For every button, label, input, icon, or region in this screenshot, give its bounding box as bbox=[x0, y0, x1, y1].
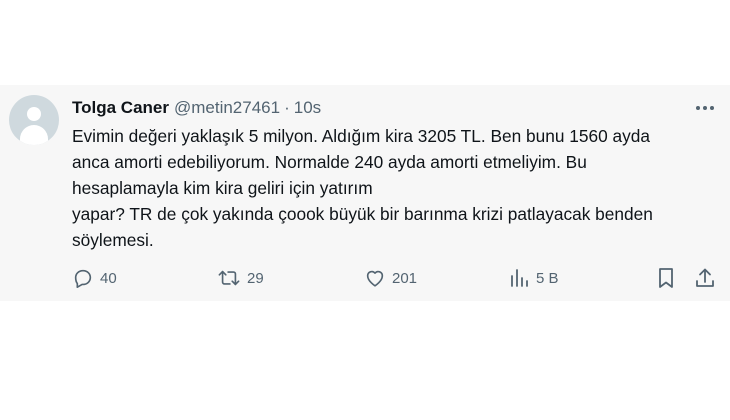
user-handle[interactable]: @metin27461 bbox=[174, 98, 280, 118]
tweet-card[interactable]: Tolga Caner @metin27461 · 10s Evimin değ… bbox=[0, 85, 730, 301]
more-options-button[interactable] bbox=[694, 99, 716, 117]
page: Tolga Caner @metin27461 · 10s Evimin değ… bbox=[0, 0, 730, 420]
bookmark-button[interactable] bbox=[656, 266, 676, 290]
display-name[interactable]: Tolga Caner bbox=[72, 98, 169, 118]
like-count: 201 bbox=[392, 269, 418, 287]
retweet-count: 29 bbox=[247, 269, 264, 287]
views-count: 5 B bbox=[536, 269, 559, 287]
tweet-text-line: Evimin değeri yaklaşık 5 milyon. Aldığım… bbox=[72, 126, 650, 146]
reply-count: 40 bbox=[100, 269, 117, 287]
heart-icon bbox=[366, 270, 384, 287]
views-icon bbox=[511, 269, 528, 287]
views-button[interactable]: 5 B bbox=[510, 266, 559, 290]
tweet-text-line: söylemesi. bbox=[72, 230, 154, 250]
tweet-text-line: anca amorti edebiliyorum. Normalde 240 a… bbox=[72, 152, 587, 172]
tweet-text-line: yapar? TR de çok yakında çoook büyük bir… bbox=[72, 204, 653, 224]
share-icon bbox=[696, 268, 714, 287]
more-icon bbox=[696, 106, 714, 110]
reply-icon bbox=[74, 269, 92, 288]
bookmark-icon bbox=[659, 268, 673, 288]
retweet-button[interactable]: 29 bbox=[217, 266, 264, 290]
tweet-text-line: hesaplamayla kim kira geliri için yatırı… bbox=[72, 178, 373, 198]
separator-dot: · bbox=[284, 98, 290, 117]
avatar-head-shape bbox=[27, 107, 41, 121]
timestamp[interactable]: 10s bbox=[294, 98, 321, 118]
retweet-icon bbox=[218, 270, 240, 286]
share-button[interactable] bbox=[694, 266, 716, 290]
tweet-text: Evimin değeri yaklaşık 5 milyon. Aldığım… bbox=[72, 123, 722, 253]
reply-button[interactable]: 40 bbox=[72, 266, 117, 290]
avatar[interactable] bbox=[9, 95, 59, 145]
avatar-body-shape bbox=[20, 125, 48, 145]
tweet-header: Tolga Caner @metin27461 · 10s bbox=[72, 97, 321, 119]
like-button[interactable]: 201 bbox=[364, 266, 417, 290]
